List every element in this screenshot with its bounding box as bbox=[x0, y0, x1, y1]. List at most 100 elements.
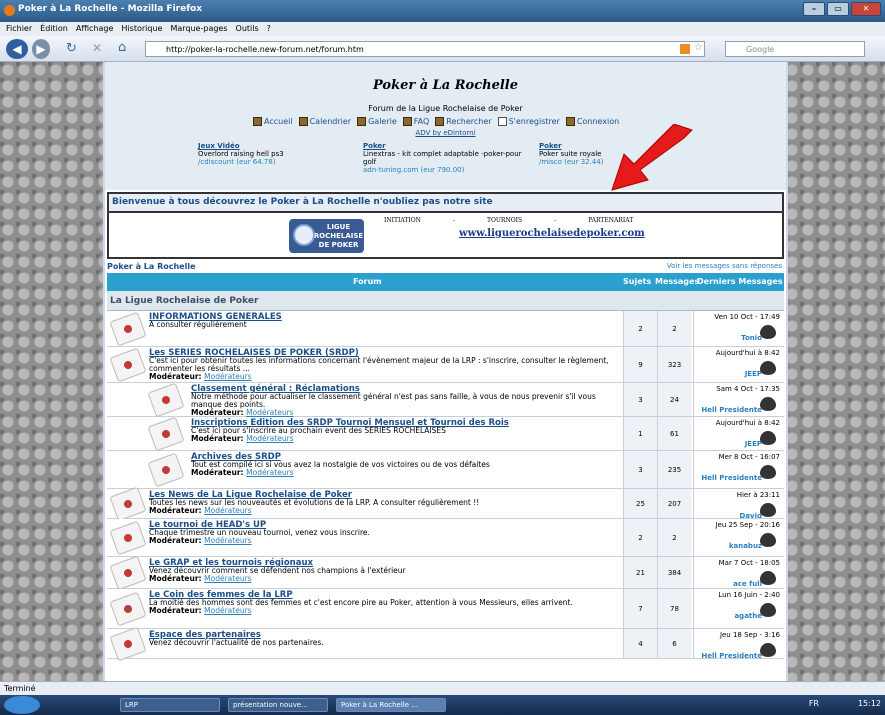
forum-row[interactable]: Inscriptions Edition des SRDP Tournoi Me… bbox=[107, 416, 784, 452]
forum-row[interactable]: Le GRAP et les tournois régionaux Venez d… bbox=[107, 555, 784, 591]
last-post-spade-icon[interactable] bbox=[760, 503, 776, 517]
forum-description: C'est ici pour obtenir toutes les inform… bbox=[149, 356, 609, 373]
nav-register[interactable]: S'enregistrer bbox=[497, 117, 560, 126]
last-post-spade-icon[interactable] bbox=[760, 533, 776, 547]
banner-link-partenariat[interactable]: PARTENARIAT bbox=[588, 217, 633, 224]
minimize-button[interactable]: – bbox=[803, 2, 825, 16]
unanswered-link[interactable]: Voir les messages sans réponses bbox=[667, 262, 782, 270]
last-post-spade-icon[interactable] bbox=[760, 431, 776, 445]
back-icon[interactable]: ◀ bbox=[6, 39, 28, 59]
topics-count-cell: 3 bbox=[623, 451, 657, 488]
last-post-spade-icon[interactable] bbox=[760, 571, 776, 585]
forum-info: Les News de La Ligue Rochelaise de Poker… bbox=[149, 491, 619, 515]
maximize-button[interactable]: ▭ bbox=[827, 2, 849, 16]
taskbar: LRP présentation nouve... Poker à La Roc… bbox=[0, 695, 885, 715]
last-post-spade-icon[interactable] bbox=[760, 643, 776, 657]
last-post-spade-icon[interactable] bbox=[760, 465, 776, 479]
moderators-link[interactable]: Modérateurs bbox=[204, 574, 251, 583]
league-logo[interactable]: LIGUE ROCHELAISE DE POKER bbox=[289, 219, 364, 253]
forum-row[interactable]: Espace des partenaires Venez découvrir l'… bbox=[107, 626, 784, 662]
last-post-user[interactable]: Hell Presidente bbox=[694, 474, 762, 483]
ad-block[interactable]: Poker Linextras - kit complet adaptable … bbox=[363, 142, 523, 174]
moderators-link[interactable]: Modérateurs bbox=[246, 468, 293, 477]
last-post-user[interactable]: agathe bbox=[694, 612, 762, 621]
task-lrp[interactable]: LRP bbox=[120, 698, 220, 712]
moderators-link[interactable]: Modérateurs bbox=[204, 606, 251, 615]
language-indicator[interactable]: FR bbox=[809, 699, 819, 708]
last-post-user[interactable]: Hell Presidente bbox=[694, 652, 762, 661]
ad-url[interactable]: adn-tuning.com (eur 790.00) bbox=[363, 166, 523, 174]
forum-description: Venez découvrir l'actualité de nos parte… bbox=[149, 638, 324, 647]
moderators-link[interactable]: Modérateurs bbox=[204, 536, 251, 545]
moderators-link[interactable]: Modérateurs bbox=[246, 408, 293, 417]
nav-rechercher[interactable]: Rechercher bbox=[435, 117, 492, 126]
ad-url[interactable]: /cdiscount (eur 64.78) bbox=[198, 158, 358, 166]
category-row[interactable]: La Ligue Rochelaise de Poker bbox=[107, 291, 784, 311]
forum-row[interactable]: INFORMATIONS GENERALES A consulter réguli… bbox=[107, 311, 784, 347]
moderators-link[interactable]: Modérateurs bbox=[204, 372, 251, 381]
menu-fichier[interactable]: Fichier bbox=[6, 24, 32, 36]
forum-cards-icon bbox=[109, 555, 147, 591]
forum-row[interactable]: Le tournoi de HEAD's UP Chaque trimestre … bbox=[107, 519, 784, 557]
last-post-user[interactable]: Tonio bbox=[694, 334, 762, 343]
topics-count: 3 bbox=[638, 465, 643, 474]
moderators-link[interactable]: Modérateurs bbox=[204, 506, 251, 515]
forum-info: Le GRAP et les tournois régionaux Venez d… bbox=[149, 559, 619, 583]
banner-url[interactable]: www.liguerochelaisedepoker.com bbox=[459, 228, 645, 239]
last-post-cell: Jeu 18 Sep - 3:16 Hell Presidente bbox=[693, 629, 784, 661]
forum-info: Espace des partenaires Venez découvrir l'… bbox=[149, 631, 619, 647]
menu-marque-pages[interactable]: Marque-pages bbox=[170, 24, 227, 36]
start-button[interactable] bbox=[4, 696, 40, 714]
forum-cards-icon bbox=[109, 520, 147, 556]
menu-help[interactable]: ? bbox=[267, 24, 271, 36]
home-icon[interactable]: ⌂ bbox=[118, 40, 126, 55]
banner-link-tournois[interactable]: TOURNOIS bbox=[487, 217, 522, 224]
forum-row[interactable]: Les News de La Ligue Rochelaise de Poker… bbox=[107, 486, 784, 522]
forum-row[interactable]: Classement général : Réclamations Notre m… bbox=[107, 382, 784, 418]
moderators-line: Modérateur: Modérateurs bbox=[149, 537, 619, 545]
ad-title[interactable]: Jeux Vidéo bbox=[198, 142, 358, 150]
menu-edition[interactable]: Édition bbox=[40, 24, 68, 36]
ad-title[interactable]: Poker bbox=[363, 142, 523, 150]
last-post-user[interactable]: Hell Presidente bbox=[694, 406, 762, 415]
last-post-user[interactable]: JEEP bbox=[694, 440, 762, 449]
nav-label: Calendrier bbox=[309, 117, 352, 126]
last-post-user[interactable]: ace full bbox=[694, 580, 762, 589]
menu-affichage[interactable]: Affichage bbox=[76, 24, 114, 36]
menu-historique[interactable]: Historique bbox=[121, 24, 162, 36]
forum-row[interactable]: Archives des SRDP Tout est compilé ici si… bbox=[107, 451, 784, 489]
last-post-user[interactable]: kanabuz bbox=[694, 542, 762, 551]
rss-icon[interactable] bbox=[680, 44, 690, 54]
site-title[interactable]: Poker à La Rochelle bbox=[105, 78, 786, 93]
nav-calendrier[interactable]: Calendrier bbox=[298, 117, 352, 126]
forward-icon[interactable]: ▶ bbox=[32, 39, 50, 59]
messages-count-cell: 207 bbox=[657, 489, 691, 518]
task-firefox[interactable]: Poker à La Rochelle ... bbox=[336, 698, 446, 712]
last-post-spade-icon[interactable] bbox=[760, 603, 776, 617]
nav-accueil[interactable]: Accueil bbox=[253, 117, 293, 126]
search-input[interactable]: Google bbox=[725, 41, 865, 57]
close-button[interactable]: ✕ bbox=[851, 2, 881, 16]
topics-count-cell: 25 bbox=[623, 489, 657, 518]
register-icon bbox=[497, 117, 507, 126]
menu-outils[interactable]: Outils bbox=[236, 24, 259, 36]
nav-galerie[interactable]: Galerie bbox=[357, 117, 397, 126]
forum-row[interactable]: Les SERIES ROCHELAISES DE POKER (SRDP) C'… bbox=[107, 347, 784, 383]
moderators-link[interactable]: Modérateurs bbox=[246, 434, 293, 443]
stop-icon[interactable]: ✕ bbox=[92, 41, 102, 55]
league-banner[interactable]: LIGUE ROCHELAISE DE POKER INITIATION - T… bbox=[107, 213, 784, 259]
ad-block[interactable]: Jeux Vidéo Overlord raising hell ps3 /cd… bbox=[198, 142, 358, 166]
bookmark-star-icon[interactable]: ☆ bbox=[694, 42, 703, 53]
address-bar[interactable]: http://poker-la-rochelle.new-forum.net/f… bbox=[145, 41, 705, 57]
forum-row[interactable]: Le Coin des femmes de la LRP La moitié de… bbox=[107, 589, 784, 629]
last-post-user[interactable]: JEEP bbox=[694, 370, 762, 379]
task-presentation[interactable]: présentation nouve... bbox=[228, 698, 328, 712]
page-viewport[interactable]: Poker à La Rochelle Forum de la Ligue Ro… bbox=[0, 62, 885, 681]
last-post-spade-icon[interactable] bbox=[760, 361, 776, 375]
nav-faq[interactable]: FAQ bbox=[402, 117, 429, 126]
breadcrumb[interactable]: Poker à La Rochelle bbox=[107, 262, 196, 271]
reload-icon[interactable]: ↻ bbox=[66, 41, 77, 56]
last-post-spade-icon[interactable] bbox=[760, 397, 776, 411]
banner-link-initiation[interactable]: INITIATION bbox=[384, 217, 421, 224]
last-post-spade-icon[interactable] bbox=[760, 325, 776, 339]
